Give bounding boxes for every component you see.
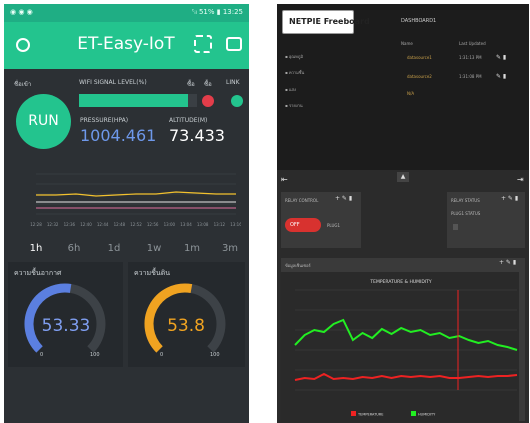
netpie-logo[interactable]: NETPIE Freeboard (282, 10, 370, 34)
row3-name[interactable]: N/A (407, 91, 414, 96)
gauge2-value: 53.8 (167, 316, 205, 336)
graph-time-label: 13:08 (197, 222, 209, 227)
history-graph-svg: 12:28 12:32 12:36 12:40 12:44 12:48 12:52 12:56… (30, 173, 242, 227)
graph-time-label: 12:56 (147, 222, 159, 227)
altitude-label: ALTITUDE(M) (169, 117, 208, 124)
timeframe-6h[interactable]: 6h (62, 243, 86, 254)
table-header-name: Name (401, 41, 413, 46)
switch-label: PLUG1 (327, 223, 341, 228)
dashboard-title: DASHBOARD1 (401, 18, 437, 24)
right-pane-sub: PLUG1 STATUS (451, 211, 481, 216)
plug1-switch[interactable]: OFF (285, 218, 321, 232)
left-link-2[interactable]: ▪ ความชื้น (285, 69, 304, 76)
netpie-freeboard: NETPIE Freeboard DASHBOARD1 ▪ อุณหภูมิ ▪… (277, 4, 529, 423)
app-bar: ET-Easy-IoT (4, 22, 249, 69)
table-header-updated: Last Updated (459, 41, 486, 46)
chart-pane-title: ข้อมูลเซ็นเซอร์ (285, 263, 311, 268)
chart-title: TEMPERATURE & HUMIDITY (369, 279, 432, 285)
pane-toolbar: ⇤ ▲ ⇥ (277, 170, 529, 192)
graph-time-label: 12:52 (130, 222, 142, 227)
graph-time-label: 13:16 (230, 222, 241, 227)
relay-pane-tools-icon[interactable]: + ✎ ▮ (335, 195, 352, 202)
left-link-4[interactable]: ▪ รายงาน (285, 102, 303, 109)
row1-name[interactable]: datasource1 (407, 55, 432, 60)
timeframe-1m[interactable]: 1m (180, 243, 204, 254)
timeframe-3m[interactable]: 3m (218, 243, 242, 254)
right-pane-title: RELAY STATUS (451, 198, 480, 203)
gauge1-min: 0 (40, 352, 44, 358)
graph-time-label: 13:04 (180, 222, 192, 227)
signal-label: ชื่อเข้า (14, 81, 32, 88)
right-pane-tools-icon[interactable]: + ✎ ▮ (501, 195, 518, 202)
status-led-red (202, 95, 214, 107)
wifi-level-fill (79, 94, 188, 107)
led2-label: ซื้อ (204, 81, 212, 88)
legend-swatch (351, 411, 356, 416)
app-title: ET-Easy-IoT (77, 34, 175, 54)
back-icon[interactable] (16, 38, 30, 52)
timeframe-1h[interactable]: 1h (24, 243, 48, 254)
graph-time-label: 12:36 (64, 222, 76, 227)
gauge2-max: 100 (210, 352, 220, 358)
collapse-right-icon[interactable]: ⇥ (517, 175, 524, 184)
legend-label: TEMPERATURE (357, 413, 383, 417)
legend-swatch (411, 411, 416, 416)
graph-time-label: 12:44 (97, 222, 109, 227)
row1-edit-icon[interactable]: ✎ ▮ (496, 54, 506, 61)
blynk-phone-screen: ◉ ◉ ◉ ᵗᵢₗ 51% ▮ 13:25 ET-Easy-IoT ชื่อเข… (4, 4, 249, 423)
switch-state: OFF (290, 222, 300, 228)
gauge1-label: ความชื้นอากาศ (14, 269, 62, 277)
gauge2-min: 0 (160, 352, 164, 358)
toggle-header-icon[interactable]: ▲ (397, 172, 409, 182)
collapse-left-icon[interactable]: ⇤ (281, 175, 288, 184)
graph-time-label: 13:00 (164, 222, 176, 227)
row1-time: 1:31:13 PM (459, 55, 482, 60)
logo-text: NETPIE Freeboard (289, 17, 370, 26)
temp-humidity-chart: TEMPERATURE & HUMIDITY TEMPERATURE HUMIDI… (281, 272, 519, 422)
graph-time-label: 12:28 (30, 222, 42, 227)
window-icon[interactable] (226, 37, 242, 51)
graph-line-yellow (36, 191, 236, 197)
link-label: LINK (226, 79, 240, 86)
run-button[interactable]: RUN (16, 94, 71, 149)
status-battery-clock: ᵗᵢₗ 51% ▮ 13:25 (192, 8, 243, 16)
relay-pane-title: RELAY CONTROL (285, 198, 319, 203)
row2-time: 1:31:08 PM (459, 74, 482, 79)
graph-time-label: 13:12 (214, 222, 226, 227)
pressure-value: 1004.461 (80, 126, 157, 145)
row2-name[interactable]: datasource2 (407, 74, 432, 79)
gauge1-value: 53.33 (41, 316, 91, 336)
left-link-3[interactable]: ▪ แสง (285, 86, 296, 93)
led1-label: ซื้อ (187, 81, 195, 88)
graph-time-label: 12:40 (80, 222, 92, 227)
history-graph: 12:28 12:32 12:36 12:40 12:44 12:48 12:52 12:56… (16, 162, 242, 234)
timeframe-1w[interactable]: 1w (142, 243, 166, 254)
qr-scan-icon[interactable] (194, 35, 212, 53)
legend-label: HUMIDITY (418, 413, 436, 417)
gauge2-label: ความชื้นดิน (134, 269, 171, 277)
status-bar: ◉ ◉ ◉ ᵗᵢₗ 51% ▮ 13:25 (4, 4, 249, 22)
altitude-value: 73.433 (169, 126, 225, 145)
left-link-1[interactable]: ▪ อุณหภูมิ (285, 53, 303, 60)
chart-pane-tools-icon[interactable]: + ✎ ▮ (499, 259, 516, 266)
row2-edit-icon[interactable]: ✎ ▮ (496, 73, 506, 80)
gauge1-max: 100 (90, 352, 100, 358)
status-icons: ◉ ◉ ◉ (10, 8, 33, 16)
wifi-label: WIFI SIGNAL LEVEL(%) (79, 79, 147, 86)
status-indicator (453, 224, 458, 230)
timeframe-1d[interactable]: 1d (102, 243, 126, 254)
freeboard-header: NETPIE Freeboard DASHBOARD1 ▪ อุณหภูมิ ▪… (277, 4, 529, 170)
link-led-green (231, 95, 243, 107)
graph-time-label: 12:48 (114, 222, 126, 227)
pressure-label: PRESSURE(HPA) (80, 117, 129, 124)
graph-time-label: 12:32 (47, 222, 59, 227)
